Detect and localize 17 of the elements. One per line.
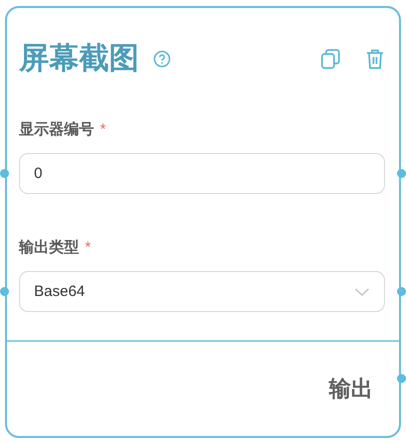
- select-field[interactable]: Base64: [19, 271, 385, 312]
- required-mark: *: [100, 120, 106, 140]
- output-port[interactable]: [397, 287, 406, 296]
- field-label: 显示器编号: [19, 120, 94, 140]
- field-label: 输出类型: [19, 238, 79, 258]
- input-field[interactable]: 0: [19, 153, 385, 194]
- output-label: 输出: [329, 375, 373, 403]
- caret-icon: [354, 286, 370, 296]
- output-port[interactable]: [397, 169, 406, 178]
- required-mark: *: [85, 238, 91, 258]
- input-port[interactable]: [0, 287, 9, 296]
- output-port[interactable]: [397, 374, 406, 383]
- node-title: 屏幕截图: [19, 41, 139, 77]
- help-icon[interactable]: [153, 50, 171, 68]
- delete-icon[interactable]: [365, 48, 385, 70]
- copy-icon[interactable]: [321, 48, 341, 70]
- input-port[interactable]: [0, 169, 9, 178]
